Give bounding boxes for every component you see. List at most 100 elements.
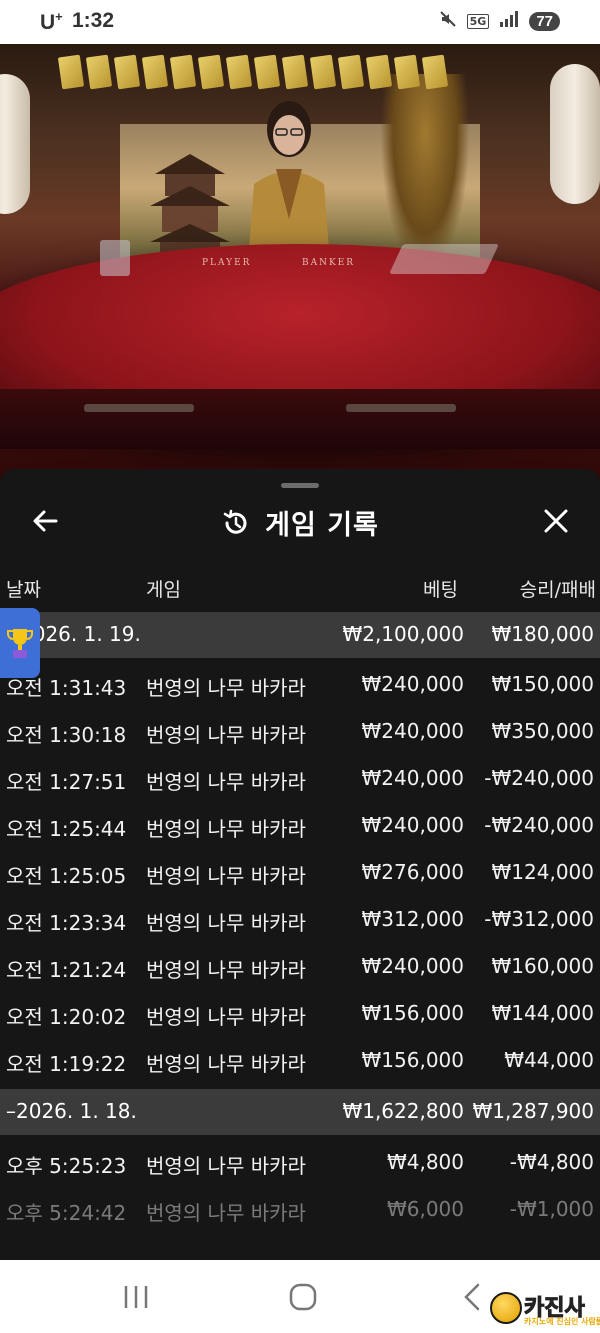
column-header-result: 승리/패배 [519, 579, 596, 601]
row-game: 번영의 나무 바카라 [146, 864, 306, 888]
group-total-result: ₩180,000 [491, 622, 594, 646]
recent-apps-button[interactable] [116, 1282, 156, 1312]
row-bet: ₩240,000 [361, 813, 464, 837]
close-button[interactable] [536, 501, 576, 541]
recent-apps-icon [124, 1286, 148, 1308]
watermark-logo: 카진사 카지노에 진심인 사람들 [490, 1290, 600, 1330]
column-header-date: 날짜 [6, 579, 41, 601]
drag-handle[interactable] [281, 483, 319, 488]
column-headers: 날짜 게임 베팅 승리/패배 [0, 573, 600, 605]
table-row[interactable]: 오전 1:25:05 번영의 나무 바카라 ₩276,000 ₩124,000 [0, 850, 600, 896]
card-shoe [100, 240, 130, 276]
row-time: 오전 1:23:34 [6, 911, 127, 935]
row-game: 번영의 나무 바카라 [146, 1154, 306, 1178]
table-row[interactable]: 오전 1:25:44 번영의 나무 바카라 ₩240,000 -₩240,000 [0, 803, 600, 849]
home-icon [289, 1283, 317, 1311]
signal-icon [499, 10, 519, 32]
carrier-label: U+ [40, 9, 63, 34]
column-header-bet: 베팅 [423, 579, 458, 601]
row-result: ₩124,000 [491, 860, 594, 884]
network-5g-icon: 5G [466, 13, 490, 29]
table-row[interactable]: 오전 1:31:43 번영의 나무 바카라 ₩240,000 ₩150,000 [0, 662, 600, 708]
row-bet: ₩240,000 [361, 672, 464, 696]
player-label: PLAYER [202, 258, 252, 268]
row-result: ₩144,000 [491, 1001, 594, 1025]
table-row[interactable]: 오전 1:27:51 번영의 나무 바카라 ₩240,000 -₩240,000 [0, 756, 600, 802]
row-result: ₩44,000 [504, 1048, 594, 1072]
row-bet: ₩4,800 [386, 1150, 464, 1174]
row-bet: ₩240,000 [361, 766, 464, 790]
group-total-bet: ₩2,100,000 [342, 622, 464, 646]
row-game: 번영의 나무 바카라 [146, 1201, 306, 1225]
battery-indicator: 77 [529, 11, 560, 31]
row-result: -₩240,000 [484, 813, 594, 837]
date-group-header[interactable]: –2026. 1. 18. ₩1,622,800 ₩1,287,900 [0, 1089, 600, 1135]
row-time: 오전 1:21:24 [6, 958, 127, 982]
row-result: ₩150,000 [491, 672, 594, 696]
row-time: 오전 1:27:51 [6, 770, 127, 794]
rail-slot [84, 404, 194, 412]
date-group-header[interactable]: 2026. 1. 19. ₩2,100,000 ₩180,000 [0, 612, 600, 658]
row-time: 오전 1:30:18 [6, 723, 127, 747]
row-result: -₩4,800 [509, 1150, 594, 1174]
table-row[interactable]: 오전 1:20:02 번영의 나무 바카라 ₩156,000 ₩144,000 [0, 991, 600, 1037]
rail-slot [346, 404, 456, 412]
sheet-title: 게임 기록 [265, 510, 379, 541]
row-time: 오후 5:25:23 [6, 1154, 127, 1178]
coin-icon [490, 1292, 522, 1324]
watermark-tagline: 카지노에 진심인 사람들 [524, 1317, 600, 1326]
table-row[interactable]: 오전 1:30:18 번영의 나무 바카라 ₩240,000 ₩350,000 [0, 709, 600, 755]
row-bet: ₩156,000 [361, 1001, 464, 1025]
row-result: ₩350,000 [491, 719, 594, 743]
hanging-gold-cards [57, 54, 449, 90]
table-row[interactable]: 오후 5:24:42 번영의 나무 바카라 ₩6,000 -₩1,000 [0, 1187, 600, 1233]
row-bet: ₩312,000 [361, 907, 464, 931]
table-row[interactable]: 오전 1:21:24 번영의 나무 바카라 ₩240,000 ₩160,000 [0, 944, 600, 990]
row-bet: ₩276,000 [361, 860, 464, 884]
row-game: 번영의 나무 바카라 [146, 911, 306, 935]
row-time: 오전 1:25:44 [6, 817, 127, 841]
row-game: 번영의 나무 바카라 [146, 770, 306, 794]
row-bet: ₩6,000 [386, 1197, 464, 1221]
clock: 1:32 [72, 9, 115, 32]
nav-back-button[interactable] [452, 1282, 492, 1312]
chevron-left-icon [464, 1283, 480, 1311]
column-header-game: 게임 [146, 579, 181, 601]
row-game: 번영의 나무 바카라 [146, 1052, 306, 1076]
table-rail [0, 389, 600, 449]
status-bar: U+ 1:32 5G 77 [0, 0, 600, 44]
row-result: -₩240,000 [484, 766, 594, 790]
lantern-left [0, 74, 30, 214]
row-result: -₩312,000 [484, 907, 594, 931]
sheet-header: 게임 기록 [0, 503, 600, 542]
table-row[interactable]: 오전 1:23:34 번영의 나무 바카라 ₩312,000 -₩312,000 [0, 897, 600, 943]
row-time: 오전 1:19:22 [6, 1052, 127, 1076]
game-history-sheet: 게임 기록 날짜 게임 베팅 승리/패배 2026. 1. 19. ₩2,100… [0, 469, 600, 1260]
row-result: ₩160,000 [491, 954, 594, 978]
row-game: 번영의 나무 바카라 [146, 1005, 306, 1029]
close-icon [544, 509, 568, 533]
status-icons: 5G 77 [439, 10, 560, 32]
row-result: -₩1,000 [509, 1197, 594, 1221]
banker-label: BANKER [302, 258, 356, 268]
row-bet: ₩240,000 [361, 954, 464, 978]
row-time: 오전 1:25:05 [6, 864, 127, 888]
home-button[interactable] [283, 1282, 323, 1312]
row-time: 오전 1:20:02 [6, 1005, 127, 1029]
trophy-tab[interactable] [0, 608, 40, 678]
mute-icon [439, 10, 457, 32]
row-bet: ₩156,000 [361, 1048, 464, 1072]
row-game: 번영의 나무 바카라 [146, 676, 306, 700]
live-dealer-video: PLAYER BANKER [0, 44, 600, 484]
lantern-right [550, 64, 600, 204]
row-game: 번영의 나무 바카라 [146, 817, 306, 841]
table-row[interactable]: 오전 1:19:22 번영의 나무 바카라 ₩156,000 ₩44,000 [0, 1038, 600, 1084]
trophy-icon [7, 629, 33, 658]
table-row[interactable]: 오후 5:25:23 번영의 나무 바카라 ₩4,800 -₩4,800 [0, 1140, 600, 1186]
row-game: 번영의 나무 바카라 [146, 958, 306, 982]
discard-tray [389, 244, 499, 274]
row-time: 오후 5:24:42 [6, 1201, 127, 1225]
row-game: 번영의 나무 바카라 [146, 723, 306, 747]
system-nav-bar: 카진사 카지노에 진심인 사람들 [0, 1260, 600, 1333]
history-icon [223, 509, 247, 534]
